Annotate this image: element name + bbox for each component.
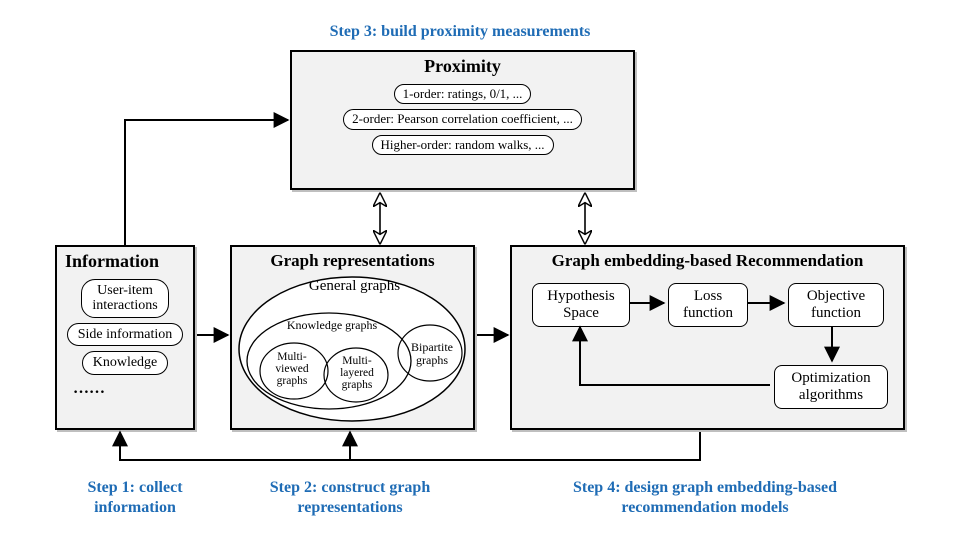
recommendation-panel: Graph embedding-based Recommendation Hyp…	[510, 245, 905, 430]
proximity-title: Proximity	[292, 52, 633, 79]
graph-reps-title: Graph representations	[232, 247, 473, 273]
arrow-info-to-proximity	[125, 120, 288, 245]
recommendation-title: Graph embedding-based Recommendation	[512, 247, 903, 273]
label-bipartite: Bipartite graphs	[402, 341, 462, 366]
info-knowledge: Knowledge	[82, 351, 169, 374]
objective-function-box: Objective function	[788, 283, 884, 327]
step3-label: Step 3: build proximity measurements	[280, 22, 640, 42]
info-side: Side information	[67, 323, 184, 346]
hypothesis-space-box: Hypothesis Space	[532, 283, 630, 327]
arrow-rec-to-info	[120, 432, 700, 460]
label-general-graphs: General graphs	[232, 279, 477, 295]
label-multi-layered: Multi- layered graphs	[327, 355, 387, 391]
info-ellipsis: ……	[57, 380, 193, 398]
optimization-algorithms-box: Optimization algorithms	[774, 365, 888, 409]
label-multi-viewed: Multi- viewed graphs	[262, 351, 322, 387]
step2-label: Step 2: construct graph representations	[240, 478, 460, 518]
graph-reps-panel: Graph representations General graphs Kno…	[230, 245, 475, 430]
proximity-1-order: 1-order: ratings, 0/1, ...	[394, 84, 532, 104]
step4-label: Step 4: design graph embedding-based rec…	[540, 478, 870, 518]
proximity-2-order: 2-order: Pearson correlation coefficient…	[343, 109, 582, 129]
loss-function-box: Loss function	[668, 283, 748, 327]
step1-label: Step 1: collect information	[60, 478, 210, 518]
info-user-item: User-item interactions	[81, 279, 168, 318]
information-panel: Information User-item interactions Side …	[55, 245, 195, 430]
information-title: Information	[57, 247, 193, 274]
label-knowledge-graphs: Knowledge graphs	[282, 319, 382, 332]
proximity-panel: Proximity 1-order: ratings, 0/1, ... 2-o…	[290, 50, 635, 190]
proximity-higher-order: Higher-order: random walks, ...	[372, 135, 554, 155]
